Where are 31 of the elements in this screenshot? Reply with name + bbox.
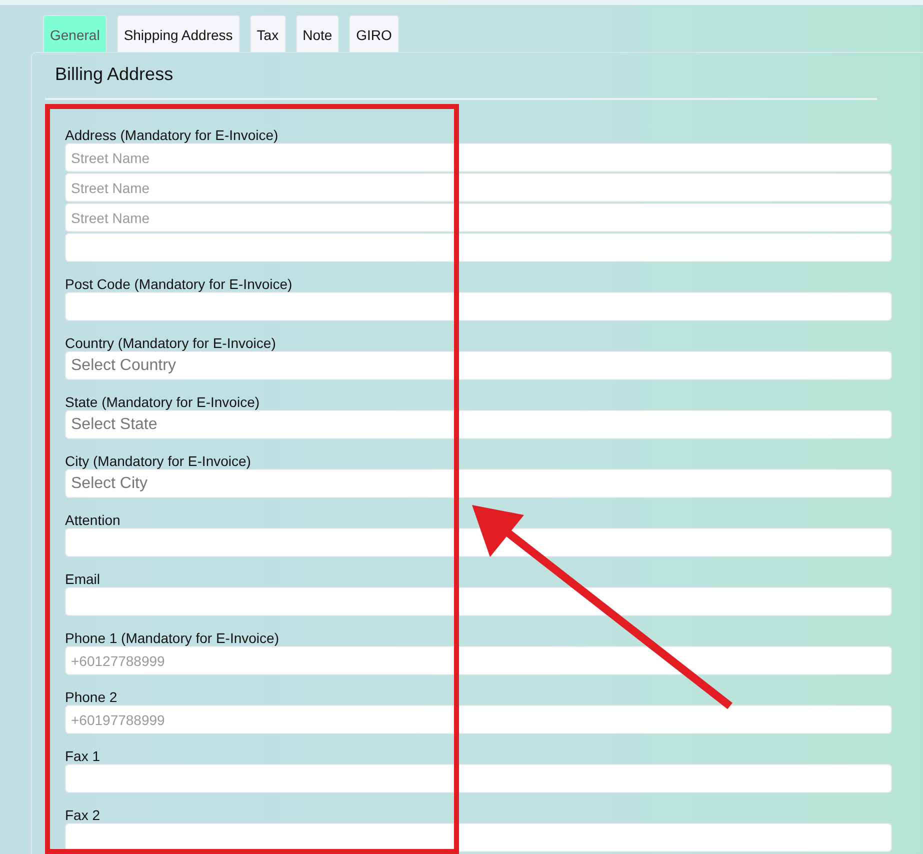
- select-field[interactable]: Select State: [65, 410, 892, 439]
- field-label: Phone 1 (Mandatory for E-Invoice): [65, 630, 280, 646]
- field-label: Attention: [65, 512, 122, 528]
- input-field[interactable]: [65, 528, 892, 557]
- field-label: Email: [65, 571, 102, 587]
- field-label: Address (Mandatory for E-Invoice): [65, 127, 280, 143]
- input-field[interactable]: [65, 233, 892, 262]
- field-label: Country (Mandatory for E-Invoice): [65, 335, 277, 351]
- field-label: State (Mandatory for E-Invoice): [65, 394, 261, 410]
- select-field[interactable]: Select City: [65, 469, 892, 498]
- tab[interactable]: Shipping Address: [116, 15, 240, 53]
- tab[interactable]: Note: [296, 15, 340, 53]
- field-label: Fax 1: [65, 748, 102, 764]
- select-field[interactable]: Select Country: [65, 351, 892, 380]
- input-field[interactable]: Street Name: [65, 203, 892, 232]
- tab[interactable]: General: [43, 15, 107, 53]
- section-title: Billing Address: [54, 63, 174, 86]
- input-field[interactable]: [65, 823, 892, 852]
- input-field[interactable]: +60127788999: [65, 646, 892, 675]
- input-field[interactable]: [65, 587, 892, 616]
- tab[interactable]: GIRO: [349, 15, 399, 53]
- input-field[interactable]: Street Name: [65, 173, 892, 202]
- field-label: City (Mandatory for E-Invoice): [65, 453, 252, 469]
- input-field[interactable]: [65, 764, 892, 793]
- input-field[interactable]: [65, 292, 892, 321]
- field-label: Post Code (Mandatory for E-Invoice): [65, 276, 294, 292]
- field-label: Phone 2: [65, 689, 118, 705]
- tab[interactable]: Tax: [250, 15, 286, 53]
- field-label: Fax 2: [65, 807, 102, 823]
- input-field[interactable]: Street Name: [65, 143, 892, 172]
- input-field[interactable]: +60197788999: [65, 705, 892, 734]
